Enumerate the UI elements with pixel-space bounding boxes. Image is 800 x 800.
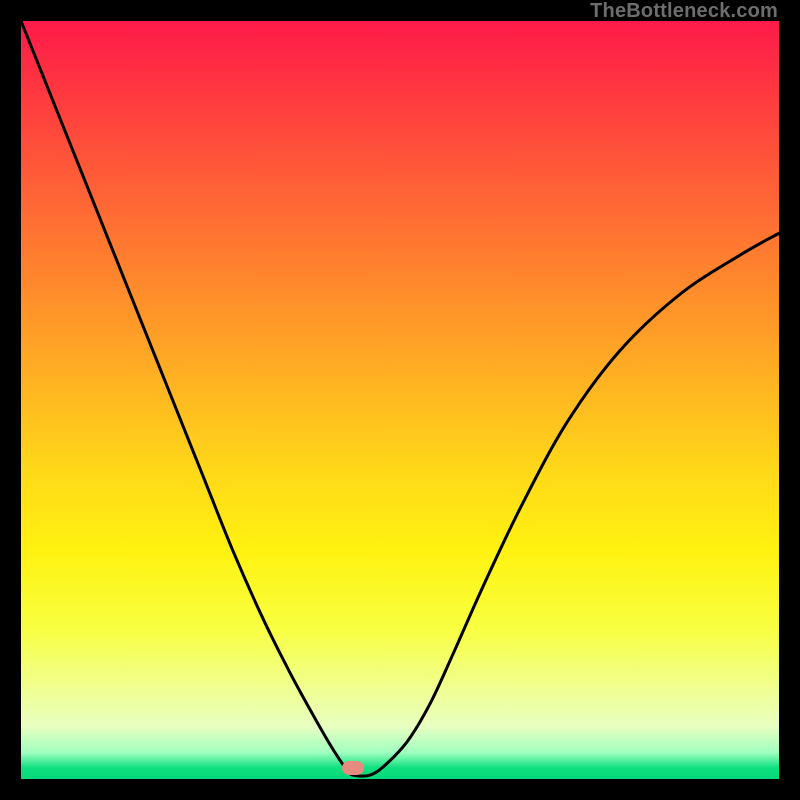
plot-area [21, 21, 779, 779]
watermark-text: TheBottleneck.com [590, 0, 778, 23]
optimum-marker [342, 761, 364, 775]
bottleneck-curve [21, 21, 779, 779]
